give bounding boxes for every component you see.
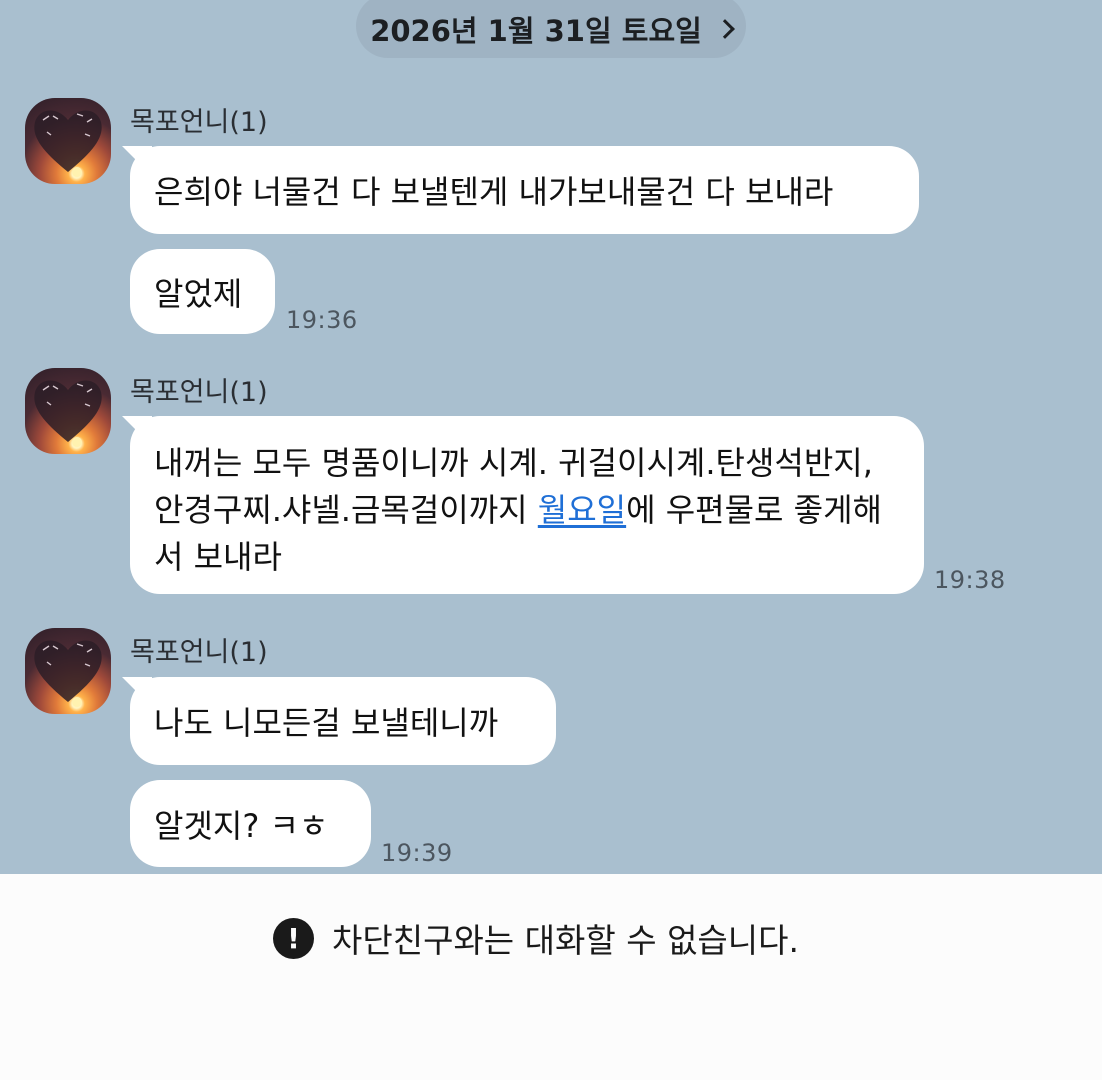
exclamation-circle-icon: ! bbox=[273, 917, 314, 959]
message-time: 19:38 bbox=[934, 566, 1006, 594]
blocked-notice: ! 차단친구와는 대화할 수 없습니다. bbox=[273, 914, 799, 962]
avatar-image bbox=[34, 380, 102, 447]
date-link[interactable]: 월요일 bbox=[538, 491, 626, 529]
message-text: 알겟지? ㅋㅎ bbox=[154, 806, 329, 845]
date-chip[interactable]: 2026년 1월 31일 토요일 bbox=[356, 0, 746, 58]
message-bubble[interactable]: 내꺼는 모두 명품이니까 시계. 귀걸이시계.탄생석반지, 안경구찌.샤넬.금목… bbox=[130, 416, 924, 594]
avatar-image bbox=[34, 640, 102, 707]
message-text: 은희야 너물건 다 보낼텐게 내가보내물건 다 보내라 bbox=[154, 173, 834, 211]
avatar-image bbox=[34, 110, 102, 177]
message-text: 나도 니모든걸 보낼테니까 bbox=[154, 704, 499, 742]
message-bubble[interactable]: 나도 니모든걸 보낼테니까 bbox=[130, 677, 556, 765]
sender-name: 목포언니(1) bbox=[130, 637, 268, 668]
message-time: 19:36 bbox=[286, 306, 358, 334]
chat-area[interactable]: 2026년 1월 31일 토요일 목포언니(1) 은희야 너물건 다 보낼텐게 … bbox=[0, 0, 1102, 874]
notice-text: 차단친구와는 대화할 수 없습니다. bbox=[332, 921, 799, 960]
blocked-notice-bar: ! 차단친구와는 대화할 수 없습니다. bbox=[0, 874, 1102, 1080]
message-bubble[interactable]: 은희야 너물건 다 보낼텐게 내가보내물건 다 보내라 bbox=[130, 146, 919, 234]
date-label: 2026년 1월 31일 토요일 bbox=[370, 14, 702, 48]
chevron-right-icon bbox=[714, 19, 735, 39]
sender-avatar[interactable] bbox=[25, 368, 111, 454]
message-bubble[interactable]: 알겟지? ㅋㅎ bbox=[130, 780, 371, 867]
sender-name: 목포언니(1) bbox=[130, 377, 268, 408]
sender-avatar[interactable] bbox=[25, 98, 111, 184]
message-bubble[interactable]: 알었제 bbox=[130, 249, 275, 334]
sender-name: 목포언니(1) bbox=[130, 107, 268, 138]
sender-avatar[interactable] bbox=[25, 628, 111, 714]
message-time: 19:39 bbox=[381, 839, 453, 867]
message-text: 알었제 bbox=[154, 274, 243, 313]
